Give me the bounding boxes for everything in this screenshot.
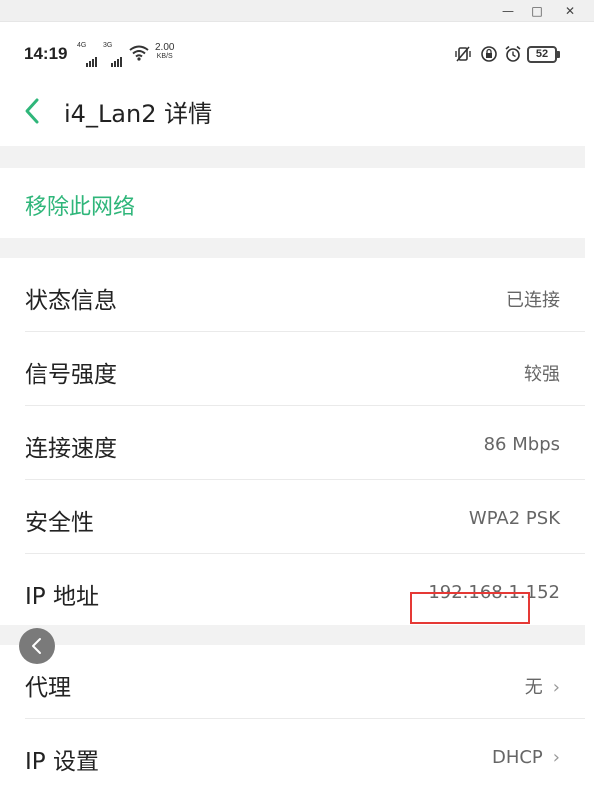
detail-row-speed: 连接速度 86 Mbps [0,406,585,480]
detail-value: WPA2 PSK [468,508,560,529]
page-header: i4_Lan2 详情 [0,88,585,146]
network-type-1: 4G [77,42,87,49]
window-title-bar: — □ ✕ [0,0,594,22]
phone-screen: 14:19 4G 3G 2.00 KB/S 52 i4_Lan2 详情 移除此网… [0,22,585,786]
battery-icon: 52 [527,46,560,63]
status-time: 14:19 [24,44,68,63]
settings-row-ip-settings[interactable]: IP 设置 DHCP › [0,719,585,786]
detail-row-signal: 信号强度 较强 [0,332,585,406]
section-gap [0,625,585,645]
remove-network-label: 移除此网络 [25,195,136,220]
settings-value: 无 › [524,677,560,698]
rotation-lock-icon [481,46,497,62]
detail-row-status: 状态信息 已连接 [0,258,585,332]
remove-network-button[interactable]: 移除此网络 [0,168,585,238]
detail-value: 较强 [524,364,560,385]
detail-value: 86 Mbps [483,434,560,455]
floating-back-button[interactable] [19,628,55,664]
chevron-right-icon: › [552,677,560,698]
settings-row-proxy[interactable]: 代理 无 › [0,645,585,719]
alarm-icon [505,45,521,62]
signal-bars-icon [86,48,98,67]
detail-row-security: 安全性 WPA2 PSK [0,480,585,554]
detail-label: 信号强度 [25,362,117,388]
back-arrow-icon[interactable] [22,96,42,126]
detail-value: 已连接 [506,290,560,311]
minimize-button[interactable]: — [493,0,523,22]
detail-label: 安全性 [25,510,94,536]
page-title: i4_Lan2 详情 [64,100,213,128]
settings-label: 代理 [25,675,71,701]
chevron-right-icon: › [552,747,560,768]
settings-label: IP 设置 [25,749,99,775]
ip-address-highlight-box [410,592,530,624]
network-speed: 2.00 KB/S [155,42,175,61]
wifi-icon [129,45,149,61]
status-bar: 14:19 4G 3G 2.00 KB/S 52 [0,22,585,88]
detail-label: IP 地址 [25,584,99,610]
vibrate-off-icon [455,46,471,62]
detail-label: 状态信息 [25,288,117,314]
settings-value: DHCP › [491,747,560,768]
close-button[interactable]: ✕ [555,0,585,22]
signal-bars-icon-2 [111,48,123,67]
maximize-button[interactable]: □ [522,0,552,22]
detail-label: 连接速度 [25,436,117,462]
section-gap [0,238,585,258]
section-gap [0,146,585,168]
chevron-left-icon [32,638,41,654]
